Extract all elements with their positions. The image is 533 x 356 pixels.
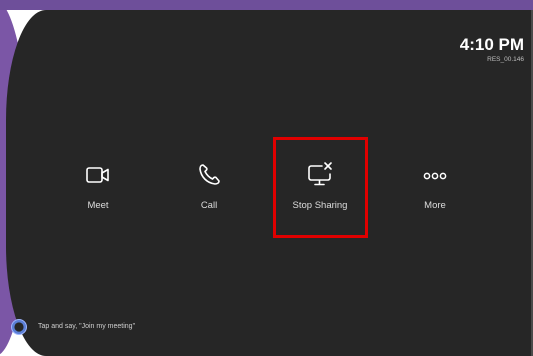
device-frame: 4:10 PM RES_00.146 Meet Call Stop Sharin… — [0, 0, 533, 356]
top-accent-bar — [0, 0, 533, 10]
voice-hint: Tap and say, "Join my meeting" — [38, 323, 136, 330]
meet-label: Meet — [87, 200, 109, 211]
video-camera-icon — [83, 160, 113, 190]
clock-time: 4:10 PM — [459, 35, 524, 54]
call-label: Call — [200, 200, 218, 211]
more-label: More — [424, 200, 446, 211]
stop-sharing-highlight — [273, 137, 368, 238]
more-dots-icon — [420, 160, 450, 190]
meet-button[interactable]: Meet — [48, 160, 148, 220]
cortana-icon[interactable] — [10, 318, 28, 336]
call-button[interactable]: Call — [159, 160, 259, 220]
more-button[interactable]: More — [385, 160, 485, 220]
device-code: RES_00.146 — [487, 56, 524, 63]
phone-icon — [194, 160, 224, 190]
